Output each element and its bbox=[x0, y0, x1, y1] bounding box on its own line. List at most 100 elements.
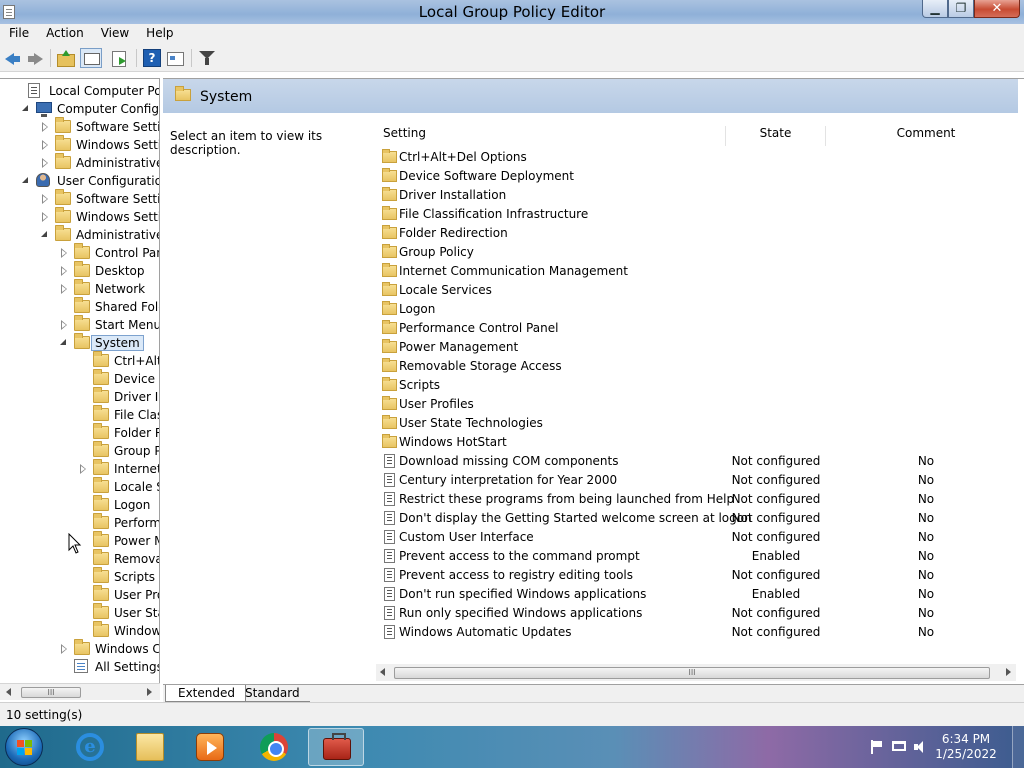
collapsed-arrow-icon[interactable] bbox=[42, 140, 48, 150]
list-policy-row[interactable]: Prevent access to registry editing tools… bbox=[376, 566, 1016, 585]
restore-button[interactable]: ❐ bbox=[948, 0, 974, 18]
tree-item[interactable]: Shared Folder bbox=[0, 297, 159, 316]
start-button[interactable] bbox=[5, 728, 43, 766]
filter-icon[interactable] bbox=[198, 49, 216, 67]
tree-item[interactable]: Windows Cor bbox=[0, 639, 159, 658]
taskbar-file-explorer[interactable] bbox=[122, 728, 178, 766]
tree-item[interactable]: All Settings bbox=[0, 658, 159, 676]
tree-item[interactable]: Administrative Te bbox=[0, 225, 159, 244]
clock[interactable]: 6:34 PM 1/25/2022 bbox=[926, 732, 1006, 762]
expanded-arrow-icon[interactable] bbox=[60, 339, 66, 345]
tree-horizontal-scrollbar[interactable]: III bbox=[0, 683, 160, 700]
list-folder-row[interactable]: Driver Installation bbox=[376, 186, 1016, 205]
tree-item[interactable]: Device So bbox=[0, 369, 159, 388]
list-policy-row[interactable]: Don't run specified Windows applications… bbox=[376, 585, 1016, 604]
tree-item[interactable]: Driver Inst bbox=[0, 387, 159, 406]
scroll-thumb[interactable]: III bbox=[394, 667, 990, 679]
expanded-arrow-icon[interactable] bbox=[22, 105, 28, 111]
collapsed-arrow-icon[interactable] bbox=[42, 212, 48, 222]
collapsed-arrow-icon[interactable] bbox=[61, 320, 67, 330]
scroll-right-icon[interactable] bbox=[147, 688, 152, 696]
forward-icon[interactable] bbox=[26, 49, 44, 67]
title-bar[interactable]: Local Group Policy Editor ▁ ❐ ✕ bbox=[0, 0, 1024, 24]
tree-item[interactable]: Scripts bbox=[0, 567, 159, 586]
list-folder-row[interactable]: Power Management bbox=[376, 338, 1016, 357]
tree-item[interactable]: Software Settings bbox=[0, 189, 159, 208]
list-folder-row[interactable]: Windows HotStart bbox=[376, 433, 1016, 452]
tree-item[interactable]: Windows Setting bbox=[0, 207, 159, 226]
expanded-arrow-icon[interactable] bbox=[22, 177, 28, 183]
scroll-thumb[interactable]: III bbox=[21, 687, 81, 698]
column-header-state[interactable]: State bbox=[726, 126, 826, 146]
tree-item[interactable]: Administrative Te bbox=[0, 153, 159, 172]
taskbar-chrome[interactable] bbox=[246, 728, 302, 766]
tree-item[interactable]: User Profi bbox=[0, 585, 159, 604]
list-folder-row[interactable]: Logon bbox=[376, 300, 1016, 319]
tree-item[interactable]: Local Computer Policy bbox=[0, 82, 159, 100]
tree-item[interactable]: Software Settings bbox=[0, 117, 159, 136]
list-folder-row[interactable]: Group Policy bbox=[376, 243, 1016, 262]
list-folder-row[interactable]: File Classification Infrastructure bbox=[376, 205, 1016, 224]
taskbar-internet-explorer[interactable]: e bbox=[62, 728, 118, 766]
list-horizontal-scrollbar[interactable]: III bbox=[376, 664, 1016, 681]
properties-icon[interactable] bbox=[166, 49, 184, 67]
list-folder-row[interactable]: Ctrl+Alt+Del Options bbox=[376, 148, 1016, 167]
up-one-level-icon[interactable] bbox=[56, 49, 75, 67]
column-header-setting[interactable]: Setting bbox=[376, 126, 726, 146]
menu-view[interactable]: View bbox=[92, 24, 137, 44]
list-folder-row[interactable]: Internet Communication Management bbox=[376, 262, 1016, 281]
list-folder-row[interactable]: Performance Control Panel bbox=[376, 319, 1016, 338]
list-folder-row[interactable]: User Profiles bbox=[376, 395, 1016, 414]
tree-item[interactable]: Performar bbox=[0, 513, 159, 532]
list-policy-row[interactable]: Custom User Interface Not configured No bbox=[376, 528, 1016, 547]
menu-file[interactable]: File bbox=[0, 24, 37, 44]
collapsed-arrow-icon[interactable] bbox=[42, 122, 48, 132]
collapsed-arrow-icon[interactable] bbox=[61, 644, 67, 654]
list-folder-row[interactable]: User State Technologies bbox=[376, 414, 1016, 433]
collapsed-arrow-icon[interactable] bbox=[61, 248, 67, 258]
tab-standard[interactable]: Standard bbox=[233, 685, 310, 702]
list-policy-row[interactable]: Don't display the Getting Started welcom… bbox=[376, 509, 1016, 528]
tree-item[interactable]: Desktop bbox=[0, 261, 159, 280]
menu-action[interactable]: Action bbox=[37, 24, 92, 44]
collapsed-arrow-icon[interactable] bbox=[42, 158, 48, 168]
collapsed-arrow-icon[interactable] bbox=[61, 266, 67, 276]
collapsed-arrow-icon[interactable] bbox=[42, 194, 48, 204]
list-policy-row[interactable]: Restrict these programs from being launc… bbox=[376, 490, 1016, 509]
scroll-left-icon[interactable] bbox=[6, 688, 11, 696]
menu-help[interactable]: Help bbox=[137, 24, 181, 44]
tree-item[interactable]: Windows Setting bbox=[0, 135, 159, 154]
help-icon[interactable]: ? bbox=[143, 49, 161, 67]
collapsed-arrow-icon[interactable] bbox=[61, 284, 67, 294]
list-policy-row[interactable]: Run only specified Windows applications N… bbox=[376, 604, 1016, 623]
tree-item[interactable]: Windows bbox=[0, 621, 159, 640]
list-folder-row[interactable]: Scripts bbox=[376, 376, 1016, 395]
show-hide-console-tree-icon[interactable] bbox=[80, 48, 102, 68]
list-folder-row[interactable]: Folder Redirection bbox=[376, 224, 1016, 243]
tree-item[interactable]: User Configuration bbox=[0, 172, 159, 190]
tree-item[interactable]: Start Menu ar bbox=[0, 315, 159, 334]
list-policy-row[interactable]: Prevent access to the command prompt Enab… bbox=[376, 547, 1016, 566]
column-header-comment[interactable]: Comment bbox=[826, 126, 1024, 146]
tree-item[interactable]: System bbox=[0, 333, 159, 352]
collapsed-arrow-icon[interactable] bbox=[80, 464, 86, 474]
list-folder-row[interactable]: Removable Storage Access bbox=[376, 357, 1016, 376]
taskbar-media-player[interactable] bbox=[182, 728, 238, 766]
tree-item[interactable]: Computer Configura bbox=[0, 100, 159, 118]
export-list-icon[interactable] bbox=[110, 49, 128, 67]
tree-item[interactable]: Logon bbox=[0, 495, 159, 514]
back-icon[interactable] bbox=[4, 49, 22, 67]
tree-item[interactable]: User State bbox=[0, 603, 159, 622]
scroll-right-icon[interactable] bbox=[1006, 668, 1011, 676]
network-icon[interactable] bbox=[892, 741, 906, 751]
tree-item[interactable]: Control Panel bbox=[0, 243, 159, 262]
list-folder-row[interactable]: Device Software Deployment bbox=[376, 167, 1016, 186]
expanded-arrow-icon[interactable] bbox=[41, 231, 47, 237]
tree-item[interactable]: File Classi bbox=[0, 405, 159, 424]
tree-item[interactable]: Folder Rec bbox=[0, 423, 159, 442]
action-center-flag-icon[interactable] bbox=[870, 740, 884, 754]
tree-item[interactable]: Internet C bbox=[0, 459, 159, 478]
taskbar-group-policy-editor[interactable] bbox=[308, 728, 364, 766]
show-desktop-button[interactable] bbox=[1012, 726, 1024, 768]
scroll-left-icon[interactable] bbox=[380, 668, 385, 676]
